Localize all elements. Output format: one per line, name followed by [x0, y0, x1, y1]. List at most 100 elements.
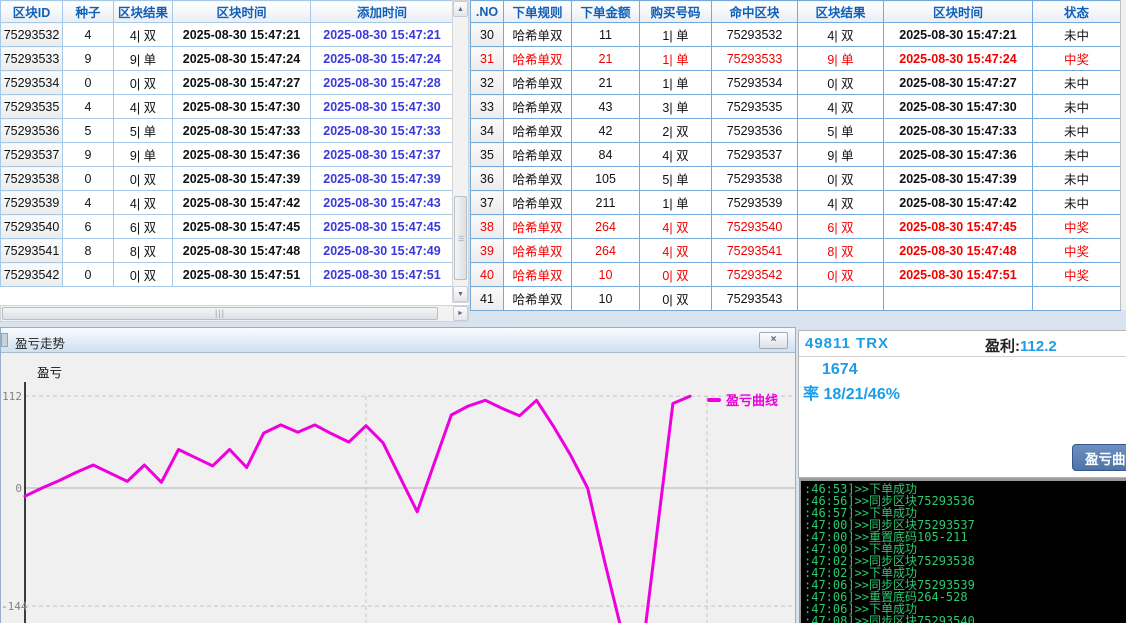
table-cell: 75293542: [1, 263, 63, 287]
table-cell: 2025-08-30 15:47:39: [311, 167, 454, 191]
profit-curve-button[interactable]: 盈亏曲线: [1072, 444, 1126, 471]
table-cell: 哈希单双: [504, 47, 572, 71]
table-cell: 2025-08-30 15:47:45: [173, 215, 311, 239]
table-row[interactable]: 31哈希单双211| 单752935339| 单2025-08-30 15:47…: [471, 47, 1121, 71]
table-cell: 9: [63, 143, 114, 167]
table-cell: 0| 双: [640, 263, 712, 287]
table-cell: 2025-08-30 15:47:43: [311, 191, 454, 215]
table-row[interactable]: 32哈希单双211| 单752935340| 双2025-08-30 15:47…: [471, 71, 1121, 95]
table-cell: 75293540: [1, 215, 63, 239]
table-cell: 75293532: [1, 23, 63, 47]
scroll-right-arrow[interactable]: ►: [453, 306, 468, 321]
column-header[interactable]: 种子: [63, 1, 114, 23]
table-cell: 31: [471, 47, 504, 71]
table-cell: 75293533: [712, 47, 798, 71]
table-cell: 75293539: [712, 191, 798, 215]
chart-window-titlebar[interactable]: 盈亏走势 ×: [1, 328, 795, 353]
table-cell: 9| 单: [114, 143, 173, 167]
scrollbar-thumb[interactable]: ☰: [454, 196, 467, 280]
close-icon[interactable]: ×: [759, 332, 788, 349]
table-cell: 2025-08-30 15:47:36: [173, 143, 311, 167]
table-cell: 哈希单双: [504, 239, 572, 263]
orders-vertical-scrollbar[interactable]: [1120, 0, 1126, 310]
column-header[interactable]: 添加时间: [311, 1, 454, 23]
table-cell: 10: [572, 263, 640, 287]
scroll-up-arrow[interactable]: ▲: [453, 1, 468, 17]
table-cell: 264: [572, 239, 640, 263]
table-row[interactable]: 33哈希单双433| 单752935354| 双2025-08-30 15:47…: [471, 95, 1121, 119]
table-cell: 34: [471, 119, 504, 143]
table-cell: 哈希单双: [504, 191, 572, 215]
table-row[interactable]: 37哈希单双2111| 单752935394| 双2025-08-30 15:4…: [471, 191, 1121, 215]
blocks-table: 区块ID种子区块结果区块时间添加时间 7529353244| 双2025-08-…: [0, 0, 454, 287]
orders-table-panel: .NO下单规则下单金额购买号码命中区块区块结果区块时间状态 30哈希单双111|…: [470, 0, 1126, 310]
table-cell: 4: [63, 23, 114, 47]
table-row[interactable]: 7529353544| 双2025-08-30 15:47:302025-08-…: [1, 95, 454, 119]
table-row[interactable]: 30哈希单双111| 单752935324| 双2025-08-30 15:47…: [471, 23, 1121, 47]
table-row[interactable]: 7529354188| 双2025-08-30 15:47:482025-08-…: [1, 239, 454, 263]
scroll-down-arrow[interactable]: ▼: [453, 286, 468, 302]
log-console: :46:53]>>下单成功:46:56]>>同步区块75293536:46:57…: [799, 478, 1126, 623]
table-row[interactable]: 39哈希单双2644| 双752935418| 双2025-08-30 15:4…: [471, 239, 1121, 263]
table-cell: 哈希单双: [504, 95, 572, 119]
blocks-horizontal-scrollbar[interactable]: ||| ►: [0, 305, 469, 322]
table-cell: 32: [471, 71, 504, 95]
table-cell: 2025-08-30 15:47:39: [173, 167, 311, 191]
table-cell: 38: [471, 215, 504, 239]
column-header[interactable]: 命中区块: [712, 1, 798, 23]
table-row[interactable]: 7529354200| 双2025-08-30 15:47:512025-08-…: [1, 263, 454, 287]
table-cell: 2025-08-30 15:47:48: [884, 239, 1033, 263]
balance-value: 49811 TRX: [805, 335, 889, 352]
table-cell: 4| 双: [640, 143, 712, 167]
table-row[interactable]: 7529353655| 单2025-08-30 15:47:332025-08-…: [1, 119, 454, 143]
table-row[interactable]: 7529353800| 双2025-08-30 15:47:392025-08-…: [1, 167, 454, 191]
table-row[interactable]: 34哈希单双422| 双752935365| 单2025-08-30 15:47…: [471, 119, 1121, 143]
column-header[interactable]: 区块结果: [114, 1, 173, 23]
table-row[interactable]: 7529353944| 双2025-08-30 15:47:422025-08-…: [1, 191, 454, 215]
table-cell: 9| 单: [114, 47, 173, 71]
table-row[interactable]: 35哈希单双844| 双752935379| 单2025-08-30 15:47…: [471, 143, 1121, 167]
table-cell: 4: [63, 95, 114, 119]
table-row[interactable]: 7529353399| 单2025-08-30 15:47:242025-08-…: [1, 47, 454, 71]
column-header[interactable]: .NO: [471, 1, 504, 23]
table-row[interactable]: 7529353400| 双2025-08-30 15:47:272025-08-…: [1, 71, 454, 95]
table-cell: 2025-08-30 15:47:27: [173, 71, 311, 95]
table-row[interactable]: 7529353799| 单2025-08-30 15:47:362025-08-…: [1, 143, 454, 167]
table-cell: 1| 单: [640, 23, 712, 47]
table-cell: 75293538: [712, 167, 798, 191]
table-cell: 8| 双: [114, 239, 173, 263]
column-header[interactable]: 区块结果: [798, 1, 884, 23]
table-cell: 2025-08-30 15:47:33: [173, 119, 311, 143]
chart-window-title: 盈亏走势: [15, 333, 65, 352]
table-cell: 75293537: [712, 143, 798, 167]
table-cell: 36: [471, 167, 504, 191]
table-cell: 哈希单双: [504, 167, 572, 191]
scrollbar-thumb[interactable]: |||: [2, 307, 438, 320]
column-header[interactable]: 区块时间: [173, 1, 311, 23]
table-cell: 未中: [1033, 119, 1121, 143]
table-row[interactable]: 41哈希单双100| 双75293543: [471, 287, 1121, 311]
table-cell: 3| 单: [640, 95, 712, 119]
table-cell: 10: [572, 287, 640, 311]
blocks-vertical-scrollbar[interactable]: ▲ ☰ ▼: [452, 0, 469, 303]
table-cell: 2| 双: [640, 119, 712, 143]
column-header[interactable]: 下单金额: [572, 1, 640, 23]
column-header[interactable]: 区块时间: [884, 1, 1033, 23]
column-header[interactable]: 状态: [1033, 1, 1121, 23]
table-row[interactable]: 36哈希单双1055| 单752935380| 双2025-08-30 15:4…: [471, 167, 1121, 191]
column-header[interactable]: 购买号码: [640, 1, 712, 23]
table-row[interactable]: 7529353244| 双2025-08-30 15:47:212025-08-…: [1, 23, 454, 47]
table-cell: 5| 单: [114, 119, 173, 143]
table-cell: 2025-08-30 15:47:51: [884, 263, 1033, 287]
table-cell: 75293540: [712, 215, 798, 239]
column-header[interactable]: 区块ID: [1, 1, 63, 23]
table-row[interactable]: 40哈希单双100| 双752935420| 双2025-08-30 15:47…: [471, 263, 1121, 287]
table-row[interactable]: 38哈希单双2644| 双752935406| 双2025-08-30 15:4…: [471, 215, 1121, 239]
table-cell: 2025-08-30 15:47:33: [311, 119, 454, 143]
column-header[interactable]: 下单规则: [504, 1, 572, 23]
profit-curve: [25, 396, 690, 623]
table-cell: 未中: [1033, 23, 1121, 47]
table-row[interactable]: 7529354066| 双2025-08-30 15:47:452025-08-…: [1, 215, 454, 239]
table-cell: 5| 单: [798, 119, 884, 143]
table-cell: 2025-08-30 15:47:49: [311, 239, 454, 263]
